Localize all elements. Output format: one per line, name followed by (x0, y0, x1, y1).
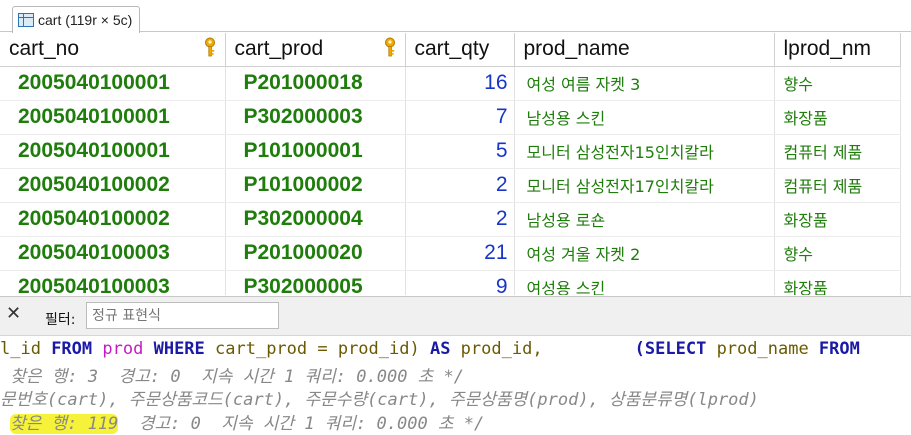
cell-lprod-nm[interactable]: 컴퓨터 제품 (774, 168, 901, 203)
log-token (92, 339, 102, 359)
cell-cart-no[interactable]: 2005040100003 (0, 270, 226, 295)
log-line-rows-found: 찾은 행: 3 경고: 0 지속 시간 1 쿼리: 0.000 초 */ (0, 367, 465, 387)
cell-cart-no[interactable]: 2005040100001 (0, 134, 226, 169)
table-row[interactable]: 2005040100002 P101000002 2 모니터 삼성전자17인치칼… (0, 168, 901, 203)
cell-cart-qty[interactable]: 16 (405, 66, 515, 101)
filter-input[interactable] (86, 302, 279, 329)
cell-cart-prod[interactable]: P201000018 (225, 66, 406, 101)
cell-cart-prod[interactable]: P302000005 (225, 270, 406, 295)
log-token: FROM (818, 339, 860, 359)
result-tab[interactable]: cart (119r × 5c) (12, 6, 140, 33)
cell-cart-qty[interactable]: 5 (405, 134, 515, 169)
column-header-label: prod_name (523, 37, 630, 61)
cell-cart-prod[interactable]: P201000020 (225, 236, 406, 271)
column-header-label: lprod_nm (783, 37, 872, 61)
cell-prod-name[interactable]: 여성 여름 자켓 3 (514, 66, 775, 101)
cell-prod-name[interactable]: 남성용 스킨 (514, 100, 775, 135)
result-grid[interactable]: cart_no cart_prod cart_qty prod_name lpr… (0, 33, 911, 295)
query-log[interactable]: l_id FROM prod WHERE cart_prod = prod_id… (0, 337, 911, 435)
table-row[interactable]: 2005040100001 P201000018 16 여성 여름 자켓 3 향… (0, 66, 901, 101)
column-header-cart-qty[interactable]: cart_qty (405, 33, 515, 67)
column-header-label: cart_prod (234, 37, 324, 61)
highlighter-mark: 찾은 행: 119 (10, 414, 119, 434)
log-token: FROM (51, 339, 93, 359)
column-header-prod-name[interactable]: prod_name (514, 33, 775, 67)
cell-prod-name[interactable]: 모니터 삼성전자17인치칼라 (514, 168, 775, 203)
cell-cart-no[interactable]: 2005040100001 (0, 66, 226, 101)
cell-prod-name[interactable]: 남성용 로숀 (514, 202, 775, 237)
log-token: prod_name (706, 339, 819, 359)
cell-lprod-nm[interactable]: 향수 (774, 66, 901, 101)
log-token: (SELECT (542, 339, 707, 359)
cell-cart-qty[interactable]: 9 (405, 270, 515, 295)
column-header-label: cart_no (9, 37, 80, 61)
log-token: AS (429, 339, 451, 359)
table-grid-icon (18, 13, 34, 27)
cell-cart-no[interactable]: 2005040100001 (0, 100, 226, 135)
close-icon[interactable]: ✕ (6, 303, 21, 324)
column-header-label: cart_qty (414, 37, 490, 61)
log-token (143, 339, 153, 359)
log-token: prod_id, (450, 339, 543, 359)
cell-cart-qty[interactable]: 7 (405, 100, 515, 135)
log-token: l_id (0, 339, 52, 359)
column-header-cart-prod[interactable]: cart_prod (225, 33, 406, 67)
cell-prod-name[interactable]: 여성용 스킨 (514, 270, 775, 295)
cell-cart-no[interactable]: 2005040100002 (0, 202, 226, 237)
cell-prod-name[interactable]: 모니터 삼성전자15인치칼라 (514, 134, 775, 169)
cell-lprod-nm[interactable]: 화장품 (774, 202, 901, 237)
column-header-lprod-nm[interactable]: lprod_nm (774, 33, 901, 67)
table-row[interactable]: 2005040100001 P302000003 7 남성용 스킨 화장품 (0, 100, 901, 135)
cell-lprod-nm[interactable]: 컴퓨터 제품 (774, 134, 901, 169)
cell-lprod-nm[interactable]: 화장품 (774, 100, 901, 135)
filter-label: 필터: (45, 312, 76, 328)
primary-key-icon (384, 37, 395, 57)
cell-lprod-nm[interactable]: 향수 (774, 236, 901, 271)
log-token: prod (102, 339, 144, 359)
cell-cart-prod[interactable]: P101000001 (225, 134, 406, 169)
log-line-rows-found-highlighted: 찾은 행: 119 경고: 0 지속 시간 1 쿼리: 0.000 초 */ (10, 409, 484, 434)
log-token: cart_prod = prod_id) (204, 339, 430, 359)
log-token: WHERE (153, 339, 205, 359)
column-header-cart-no[interactable]: cart_no (0, 33, 226, 67)
table-row[interactable]: 2005040100002 P302000004 2 남성용 로숀 화장품 (0, 202, 901, 237)
table-row[interactable]: 2005040100003 P201000020 21 여성 겨울 자켓 2 향… (0, 236, 901, 271)
primary-key-icon (204, 37, 215, 57)
result-tab-strip: cart (119r × 5c) (0, 0, 911, 33)
log-line-comment: 문번호(cart), 주문상품코드(cart), 주문수량(cart), 주문상… (0, 390, 759, 410)
cell-lprod-nm[interactable]: 화장품 (774, 270, 901, 295)
result-tab-label: cart (119r × 5c) (38, 12, 133, 28)
log-line-sql: l_id FROM prod WHERE cart_prod = prod_id… (0, 339, 860, 359)
log-line-rest: 경고: 0 지속 시간 1 쿼리: 0.000 초 */ (118, 414, 485, 434)
cell-cart-qty[interactable]: 21 (405, 236, 515, 271)
cell-cart-qty[interactable]: 2 (405, 168, 515, 203)
filter-bar: ✕ 필터: (0, 296, 911, 336)
cell-cart-prod[interactable]: P302000003 (225, 100, 406, 135)
cell-cart-prod[interactable]: P302000004 (225, 202, 406, 237)
cell-cart-no[interactable]: 2005040100002 (0, 168, 226, 203)
result-table: cart_no cart_prod cart_qty prod_name lpr… (0, 33, 901, 295)
table-row[interactable]: 2005040100003 P302000005 9 여성용 스킨 화장품 (0, 270, 901, 295)
cell-cart-qty[interactable]: 2 (405, 202, 515, 237)
cell-cart-prod[interactable]: P101000002 (225, 168, 406, 203)
cell-prod-name[interactable]: 여성 겨울 자켓 2 (514, 236, 775, 271)
table-row[interactable]: 2005040100001 P101000001 5 모니터 삼성전자15인치칼… (0, 134, 901, 169)
cell-cart-no[interactable]: 2005040100003 (0, 236, 226, 271)
header-row: cart_no cart_prod cart_qty prod_name lpr… (0, 33, 901, 67)
